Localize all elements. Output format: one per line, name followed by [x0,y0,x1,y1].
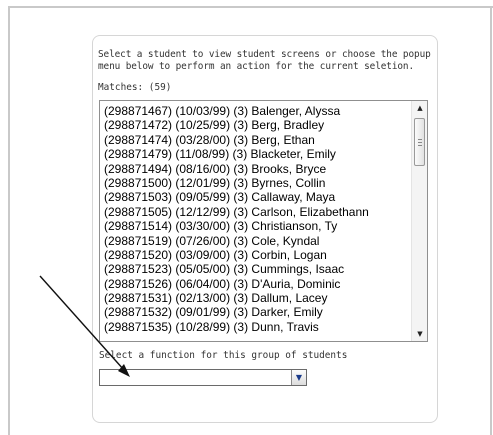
student-list-item[interactable]: (298871526) (06/04/00) (3) D'Auria, Domi… [104,277,409,291]
grip-line [418,145,422,146]
student-list: (298871467) (10/03/99) (3) Balenger, Aly… [104,104,409,334]
student-list-item[interactable]: (298871479) (11/08/99) (3) Blacketer, Em… [104,147,409,161]
student-list-item[interactable]: (298871472) (10/25/99) (3) Berg, Bradley [104,118,409,132]
function-label: Select a function for this group of stud… [99,350,348,361]
scroll-down-arrow-icon[interactable]: ▼ [412,327,427,341]
frame-left-border [8,6,10,435]
student-list-item[interactable]: (298871505) (12/12/99) (3) Carlson, Eliz… [104,205,409,219]
student-list-item[interactable]: (298871532) (09/01/99) (3) Darker, Emily [104,305,409,319]
chevron-down-icon[interactable]: ▼ [291,370,306,385]
student-list-item[interactable]: (298871467) (10/03/99) (3) Balenger, Aly… [104,104,409,118]
student-list-item[interactable]: (298871520) (03/09/00) (3) Corbin, Logan [104,248,409,262]
student-list-item[interactable]: (298871519) (07/26/00) (3) Cole, Kyndal [104,234,409,248]
student-list-item[interactable]: (298871523) (05/05/00) (3) Cummings, Isa… [104,262,409,276]
student-listbox[interactable]: (298871467) (10/03/99) (3) Balenger, Aly… [99,100,428,342]
grip-line [418,139,422,140]
student-list-item[interactable]: (298871503) (09/05/99) (3) Callaway, May… [104,190,409,204]
frame-right-border [490,6,492,435]
student-list-item[interactable]: (298871494) (08/16/00) (3) Brooks, Bryce [104,162,409,176]
list-scrollbar[interactable]: ▲ ▼ [411,101,427,341]
student-list-item[interactable]: (298871474) (03/28/00) (3) Berg, Ethan [104,133,409,147]
student-list-item[interactable]: (298871535) (10/28/99) (3) Dunn, Travis [104,320,409,334]
frame-top-border [8,6,493,8]
function-select[interactable]: ▼ [99,369,307,386]
scrollbar-thumb[interactable] [414,118,425,166]
grip-line [418,142,422,143]
instructions-text: Select a student to view student screens… [98,49,431,72]
student-list-item[interactable]: (298871500) (12/01/99) (3) Byrnes, Colli… [104,176,409,190]
student-list-item[interactable]: (298871514) (03/30/00) (3) Christianson,… [104,219,409,233]
student-list-item[interactable]: (298871531) (02/13/00) (3) Dallum, Lacey [104,291,409,305]
matches-count: Matches: (59) [98,82,172,93]
scroll-up-arrow-icon[interactable]: ▲ [412,101,427,115]
